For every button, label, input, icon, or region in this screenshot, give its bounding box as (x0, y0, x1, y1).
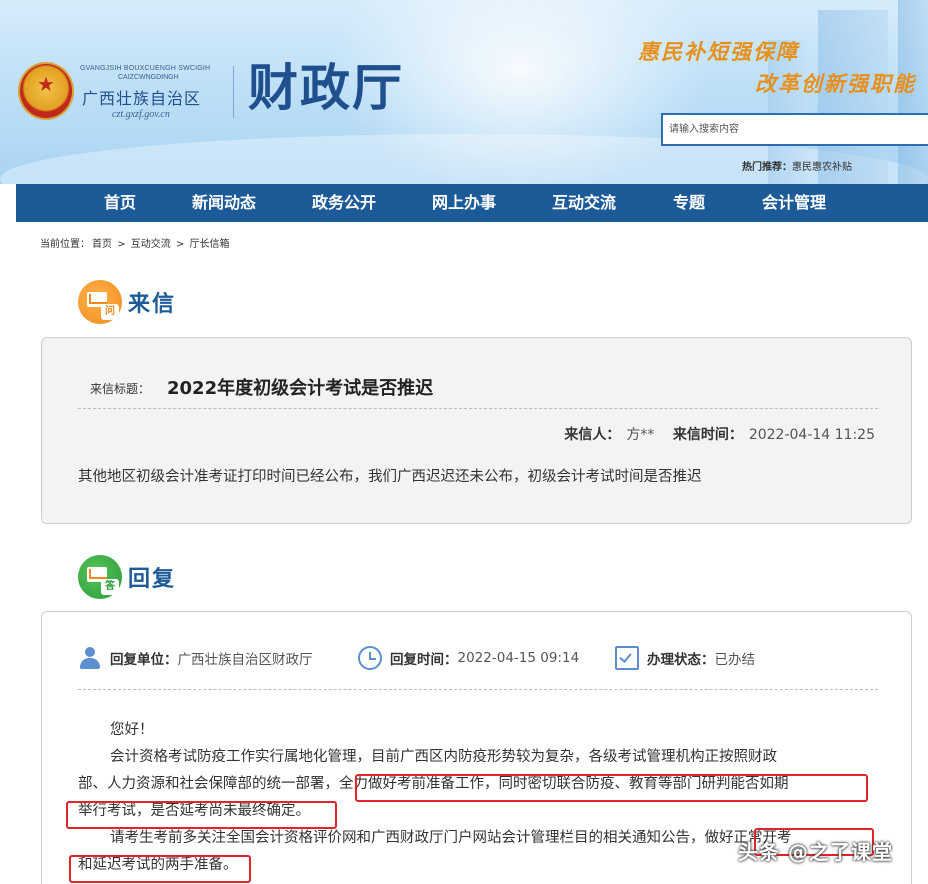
breadcrumb-current[interactable]: 厅长信箱 (190, 239, 230, 250)
letter-panel: 来信标题： 2022年度初级会计考试是否推迟 来信人： 方** 来信时间： 2022… (41, 337, 912, 524)
highlight-box (66, 801, 337, 829)
divider (78, 689, 878, 690)
nav-item-accounting[interactable]: 会计管理 (754, 184, 834, 222)
breadcrumb-sep: > (117, 239, 126, 250)
nav-item-interaction[interactable]: 互动交流 (544, 184, 624, 222)
letter-title: 2022年度初级会计考试是否推迟 (167, 378, 434, 399)
checkbox-icon (615, 646, 639, 670)
highlight-box (69, 855, 251, 883)
logo-english-line2: CAIZCWNGDINGH (118, 74, 179, 81)
letter-envelope-icon: 问 (78, 280, 122, 324)
reply-section-heading: 答 回复 (78, 555, 176, 599)
letter-sender: 方** (626, 427, 655, 443)
main-nav: 首页 新闻动态 政务公开 网上办事 互动交流 专题 会计管理 (16, 184, 928, 222)
watermark: 头条 @之了课堂 (738, 840, 893, 864)
reply-section-title: 回复 (128, 566, 177, 592)
highlight-box (355, 774, 868, 802)
reply-envelope-icon: 答 (78, 555, 122, 599)
letter-title-label: 来信标题： (90, 382, 151, 396)
letter-meta: 来信人： 方** 来信时间： 2022-04-14 11:25 (564, 424, 875, 444)
hot-recommend-label: 热门推荐： (742, 162, 792, 173)
reply-status-label: 办理状态： (647, 652, 715, 668)
alarm-clock-icon (358, 646, 382, 670)
header-banner: ★ GVANGJSIH BOUXCUENGH SWCIGIH CAIZCWNGD… (0, 0, 928, 184)
reply-icon-tag: 答 (101, 579, 119, 595)
reply-unit-value: 广西壮族自治区财政厅 (177, 652, 313, 668)
divider (78, 408, 878, 409)
letter-sender-label: 来信人： (564, 427, 621, 443)
logo-url: czt.gxzf.gov.cn (112, 109, 170, 120)
person-icon (78, 646, 102, 670)
logo-divider (233, 66, 234, 118)
slogan-line1: 惠民补短强保障 (638, 39, 799, 64)
letter-time-label: 来信时间： (672, 427, 743, 443)
letter-body: 其他地区初级会计准考证打印时间已经公布，我们广西迟迟还未公布，初级会计考试时间是… (78, 469, 702, 485)
breadcrumb: 当前位置： 首页 > 互动交流 > 厅长信箱 (40, 235, 232, 250)
breadcrumb-prefix: 当前位置： (40, 239, 90, 250)
nav-item-home[interactable]: 首页 (90, 184, 150, 222)
reply-unit: 回复单位： 广西壮族自治区财政厅 (78, 646, 313, 670)
national-emblem-icon[interactable]: ★ (18, 62, 74, 120)
letter-icon-tag: 问 (101, 304, 119, 320)
logo-region-name[interactable]: 广西壮族自治区 (82, 85, 201, 109)
nav-item-topics[interactable]: 专题 (664, 184, 714, 222)
reply-time: 回复时间： 2022-04-15 09:14 (358, 646, 579, 670)
reply-time-label: 回复时间： (390, 652, 458, 668)
hot-recommend: 热门推荐：惠民惠农补贴 (742, 158, 852, 173)
nav-item-news[interactable]: 新闻动态 (184, 184, 264, 222)
breadcrumb-interaction[interactable]: 互动交流 (131, 239, 171, 250)
reply-paragraph-line: 会计资格考试防疫工作实行属地化管理，目前广西区内防疫形势较为复杂，各级考试管理机… (110, 749, 777, 765)
reply-status: 办理状态： 已办结 (615, 646, 755, 670)
nav-item-online-services[interactable]: 网上办事 (424, 184, 504, 222)
nav-item-public-affairs[interactable]: 政务公开 (304, 184, 384, 222)
reply-greeting: 您好！ (110, 722, 154, 738)
site-title[interactable]: 财政厅 (248, 58, 404, 118)
slogan-line2: 改革创新强职能 (755, 71, 916, 96)
reply-status-value: 已办结 (714, 652, 756, 668)
hot-recommend-link[interactable]: 惠民惠农补贴 (792, 162, 852, 173)
search-input[interactable] (661, 113, 928, 146)
reply-unit-label: 回复单位： (110, 652, 178, 668)
breadcrumb-home[interactable]: 首页 (92, 239, 112, 250)
breadcrumb-sep: > (175, 239, 185, 250)
reply-time-value: 2022-04-15 09:14 (457, 650, 580, 666)
letter-time: 2022-04-14 11:25 (748, 427, 875, 443)
logo-english-line1: GVANGJSIH BOUXCUENGH SWCIGIH (80, 65, 211, 72)
letter-section-title: 来信 (128, 291, 177, 317)
letter-section-heading: 问 来信 (78, 280, 176, 324)
